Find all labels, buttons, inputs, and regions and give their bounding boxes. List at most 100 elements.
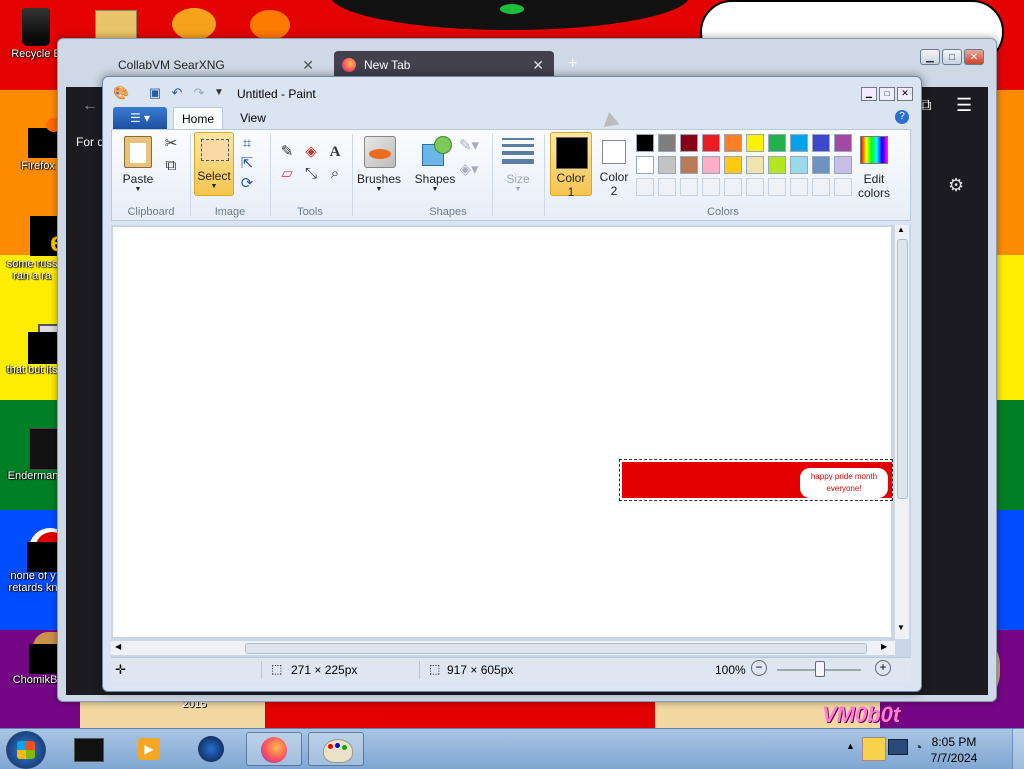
fill-icon[interactable]: ◈▾ xyxy=(458,160,480,180)
color-swatch[interactable] xyxy=(768,156,786,174)
color1-button[interactable]: Color 1 xyxy=(550,132,592,199)
show-hidden-icons-icon[interactable]: ▲ xyxy=(846,741,855,751)
select-button[interactable]: Select ▼ xyxy=(194,132,234,196)
desktop-icon-partial-2[interactable] xyxy=(172,8,216,40)
tab-new-tab[interactable]: New Tab ✕ xyxy=(334,51,554,79)
rotate-icon[interactable]: ⟳ xyxy=(236,174,258,194)
custom-color-swatch[interactable] xyxy=(768,178,786,196)
color-swatch[interactable] xyxy=(746,156,764,174)
taskbar-media-player[interactable]: ▶ xyxy=(122,732,178,766)
vertical-scrollbar[interactable]: ▲ ▼ xyxy=(894,225,909,639)
color-swatch[interactable] xyxy=(746,134,764,152)
scroll-right-icon[interactable]: ▶ xyxy=(881,642,887,651)
color-swatch[interactable] xyxy=(680,134,698,152)
zoom-out-icon[interactable]: − xyxy=(751,660,767,676)
taskbar-cmd[interactable] xyxy=(60,732,116,766)
custom-color-swatch[interactable] xyxy=(790,178,808,196)
outline-icon[interactable]: ✎▾ xyxy=(458,136,480,156)
color-swatch[interactable] xyxy=(680,156,698,174)
scroll-down-icon[interactable]: ▼ xyxy=(897,623,905,632)
paste-button[interactable]: Paste ▼ xyxy=(118,134,158,196)
color-swatch[interactable] xyxy=(658,156,676,174)
tab-home[interactable]: Home xyxy=(173,107,223,129)
start-button[interactable] xyxy=(6,731,46,769)
magnifier-icon[interactable]: ⌕ xyxy=(324,164,346,184)
close-button[interactable]: ✕ xyxy=(964,49,984,65)
brushes-button[interactable]: Brushes ▼ xyxy=(356,134,402,196)
close-tab-icon[interactable]: ✕ xyxy=(532,51,544,79)
paint-menu-button[interactable]: ☰ ▾ xyxy=(113,107,167,129)
fill-bucket-icon[interactable]: ◈ xyxy=(300,142,322,162)
gear-icon[interactable]: ⚙ xyxy=(948,175,964,196)
scroll-thumb[interactable] xyxy=(897,239,908,499)
display-icon[interactable] xyxy=(888,739,908,755)
back-arrow-icon[interactable]: ← xyxy=(82,97,98,115)
custom-color-swatch[interactable] xyxy=(746,178,764,196)
maximize-button[interactable]: □ xyxy=(942,49,962,65)
desktop-icon-partial-3[interactable] xyxy=(250,10,290,40)
color-swatch[interactable] xyxy=(658,134,676,152)
customize-quick-access-icon[interactable]: ▼ xyxy=(211,85,227,101)
color-swatch[interactable] xyxy=(702,156,720,174)
color-swatch[interactable] xyxy=(636,156,654,174)
color-picker-icon[interactable]: ⤡ xyxy=(300,164,322,184)
taskbar-paint[interactable] xyxy=(308,732,364,766)
menu-icon[interactable]: ☰ xyxy=(956,95,972,116)
shapes-button[interactable]: Shapes ▼ xyxy=(412,134,458,196)
color-swatch[interactable] xyxy=(724,156,742,174)
eraser-icon[interactable]: ▱ xyxy=(276,164,298,184)
close-tab-icon[interactable]: ✕ xyxy=(302,51,314,79)
color-swatch[interactable] xyxy=(636,134,654,152)
custom-color-swatch[interactable] xyxy=(834,178,852,196)
action-center-icon[interactable] xyxy=(862,737,886,761)
edit-colors-button[interactable]: Edit colors xyxy=(852,134,896,200)
custom-color-swatch[interactable] xyxy=(658,178,676,196)
save-icon[interactable]: ▣ xyxy=(147,85,163,101)
scroll-thumb[interactable] xyxy=(245,643,867,654)
custom-color-swatch[interactable] xyxy=(702,178,720,196)
color-swatch[interactable] xyxy=(724,134,742,152)
close-button[interactable]: ✕ xyxy=(897,87,913,101)
color-swatch[interactable] xyxy=(790,156,808,174)
copy-icon[interactable]: ⧉ xyxy=(160,156,182,176)
zoom-slider-thumb[interactable] xyxy=(815,661,825,677)
tab-view[interactable]: View xyxy=(231,107,275,129)
maximize-button[interactable]: □ xyxy=(879,87,895,101)
color-swatch[interactable] xyxy=(834,134,852,152)
zoom-in-icon[interactable]: + xyxy=(875,660,891,676)
text-icon[interactable]: A xyxy=(324,142,346,162)
redo-icon[interactable]: ↷ xyxy=(191,85,207,101)
color-swatch[interactable] xyxy=(702,134,720,152)
show-desktop-button[interactable] xyxy=(1012,729,1024,769)
custom-color-swatch[interactable] xyxy=(724,178,742,196)
scroll-up-icon[interactable]: ▲ xyxy=(897,225,905,234)
drawing-canvas[interactable]: happy pride month everyone! xyxy=(113,227,893,637)
color-swatch[interactable] xyxy=(768,134,786,152)
custom-color-swatch[interactable] xyxy=(636,178,654,196)
pencil-icon[interactable]: ✎ xyxy=(276,142,298,162)
select-label: Select xyxy=(197,169,231,183)
color-swatch[interactable] xyxy=(812,134,830,152)
cut-icon[interactable]: ✂ xyxy=(160,134,182,154)
minimize-button[interactable]: ▁ xyxy=(861,87,877,101)
taskbar-firefox[interactable] xyxy=(246,732,302,766)
color-swatch[interactable] xyxy=(834,156,852,174)
selection-box[interactable]: happy pride month everyone! xyxy=(619,459,893,501)
tab-collabvm-searxng[interactable]: CollabVM SearXNG ✕ xyxy=(106,51,324,79)
custom-color-swatch[interactable] xyxy=(680,178,698,196)
help-icon[interactable]: ? xyxy=(895,110,909,124)
undo-icon[interactable]: ↶ xyxy=(169,85,185,101)
minimize-button[interactable]: ▁ xyxy=(920,49,940,65)
color2-button[interactable]: Color 2 xyxy=(594,132,636,198)
taskbar-network[interactable] xyxy=(184,732,240,766)
color-swatch[interactable] xyxy=(790,134,808,152)
crop-icon[interactable]: ⌗ xyxy=(236,134,258,154)
scroll-left-icon[interactable]: ◀ xyxy=(115,642,121,651)
color-swatch[interactable] xyxy=(812,156,830,174)
horizontal-scrollbar[interactable]: ◀ ▶ xyxy=(111,640,895,655)
new-tab-button[interactable]: + xyxy=(568,55,577,73)
size-button[interactable]: Size ▼ xyxy=(498,134,538,196)
resize-icon[interactable]: ⇱ xyxy=(236,154,258,174)
system-clock[interactable]: 8:05 PM 7/7/2024 xyxy=(914,734,994,766)
custom-color-swatch[interactable] xyxy=(812,178,830,196)
